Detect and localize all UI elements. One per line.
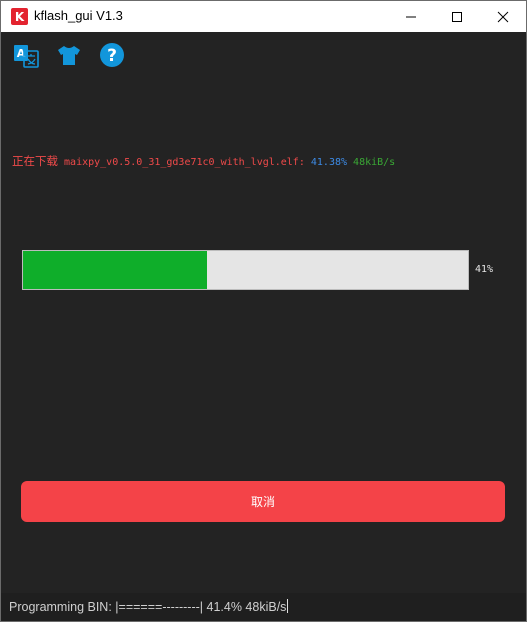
close-icon: [497, 11, 509, 22]
status-prefix: 正在下载: [12, 154, 58, 168]
download-status: 正在下载 maixpy_v0.5.0_31_gd3e71c0_with_lvgl…: [12, 153, 395, 169]
progress-percent-label: 41%: [475, 264, 494, 275]
maximize-button[interactable]: [434, 1, 480, 32]
text-caret: [287, 599, 289, 613]
tshirt-icon[interactable]: [55, 41, 83, 69]
close-button[interactable]: [480, 1, 526, 32]
app-icon: K: [11, 8, 28, 25]
main-panel: A ? 正在下载 maixpy_v0.5.0_31_gd3e71c0_with_…: [1, 32, 526, 621]
status-percent: 41.38%: [310, 157, 348, 168]
status-bar-text: Programming BIN: |======---------| 41.4%…: [9, 599, 289, 614]
cancel-button-label: 取消: [250, 495, 275, 509]
cancel-button[interactable]: 取消: [21, 481, 505, 522]
title-bar[interactable]: K kflash_gui V1.3: [1, 1, 526, 32]
help-icon[interactable]: ?: [98, 41, 126, 69]
maximize-icon: [452, 11, 462, 22]
progress-bar: [22, 250, 469, 290]
app-icon-letter: K: [14, 9, 25, 24]
progress-fill: [23, 251, 208, 289]
status-bar-message: Programming BIN: |======---------| 41.4%…: [9, 600, 287, 614]
status-filename: maixpy_v0.5.0_31_gd3e71c0_with_lvgl.elf:: [64, 157, 305, 168]
status-bar: Programming BIN: |======---------| 41.4%…: [1, 593, 526, 621]
window-title: kflash_gui V1.3: [34, 8, 123, 23]
app-window: K kflash_gui V1.3 A ? 正在下载 maixpy_v0.5.0…: [0, 0, 527, 622]
translate-icon[interactable]: A: [12, 41, 40, 69]
minimize-button[interactable]: [388, 1, 434, 32]
help-glyph: ?: [107, 46, 117, 66]
status-speed: 48kiB/s: [353, 157, 396, 168]
minimize-icon: [406, 16, 416, 17]
